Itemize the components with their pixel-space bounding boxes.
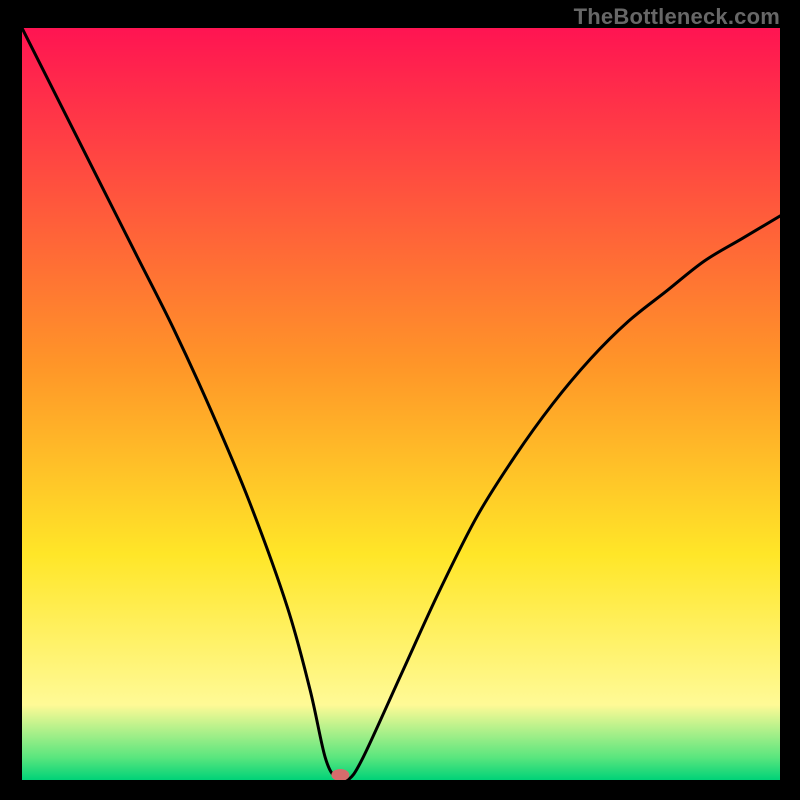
gradient-background	[22, 28, 780, 780]
chart-frame: TheBottleneck.com	[0, 0, 800, 800]
watermark-text: TheBottleneck.com	[574, 4, 780, 30]
bottleneck-chart	[22, 28, 780, 780]
